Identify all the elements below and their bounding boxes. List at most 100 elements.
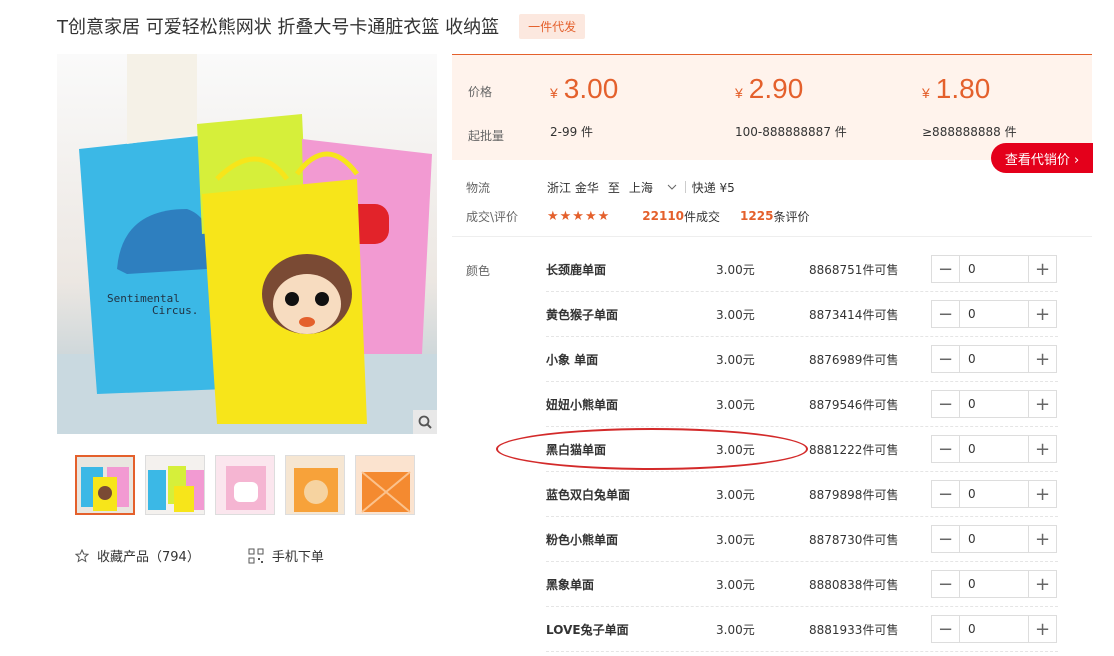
main-product-image[interactable]: Sentimental Circus. xyxy=(57,54,437,434)
sku-price: 3.00元 xyxy=(716,622,755,637)
decrement-button[interactable]: − xyxy=(932,571,959,597)
increment-button[interactable]: + xyxy=(1029,481,1056,507)
sku-stock: 8868751件可售 xyxy=(809,262,899,277)
quantity-input[interactable]: 0 xyxy=(959,346,1029,372)
decrement-button[interactable]: − xyxy=(932,526,959,552)
mobile-order-label: 手机下单 xyxy=(271,550,324,565)
chevron-down-icon xyxy=(667,184,677,190)
qrcode-icon xyxy=(248,548,264,563)
sku-stock: 8873414件可售 xyxy=(809,307,899,322)
sku-price: 3.00元 xyxy=(716,397,755,412)
sku-row: 粉色小熊单面 3.00元 8878730件可售 −0 + xyxy=(546,517,1058,562)
sku-name: 小象 单面 xyxy=(546,352,599,367)
moq-label: 起批量 xyxy=(468,129,505,143)
increment-button[interactable]: + xyxy=(1029,526,1056,552)
sku-row: 蓝色双白兔单面 3.00元 8879898件可售 −0 + xyxy=(546,472,1058,517)
sku-stock: 8879546件可售 xyxy=(809,397,899,412)
sku-row: 小象 单面 3.00元 8876989件可售 −0 + xyxy=(546,337,1058,382)
increment-button[interactable]: + xyxy=(1029,346,1056,372)
favorite-label: 收藏产品（794） xyxy=(97,550,200,565)
express-fee: 快递 ¥5 xyxy=(691,180,735,195)
quantity-stepper: −0 + xyxy=(931,570,1057,598)
deals-suffix: 件成交 xyxy=(684,209,721,224)
decrement-button[interactable]: − xyxy=(932,301,959,327)
favorite-button[interactable]: 收藏产品（794） xyxy=(75,546,200,565)
divider xyxy=(452,236,1092,237)
sku-row: 长颈鹿单面 3.00元 8868751件可售 −0 + xyxy=(546,247,1058,292)
deal-review-label: 成交\评价 xyxy=(466,209,519,224)
sku-name: 黄色猴子单面 xyxy=(546,307,619,322)
sku-row: LOVE兔子单面 3.00元 8881933件可售 −0 + xyxy=(546,607,1058,652)
quantity-input[interactable]: 0 xyxy=(959,571,1029,597)
increment-button[interactable]: + xyxy=(1029,436,1056,462)
sku-name: 长颈鹿单面 xyxy=(546,262,607,277)
quantity-stepper: −0 + xyxy=(931,525,1057,553)
sku-stock: 8876989件可售 xyxy=(809,352,899,367)
thumbnail[interactable] xyxy=(75,455,135,515)
logistics-label: 物流 xyxy=(466,180,491,195)
quantity-input[interactable]: 0 xyxy=(959,436,1029,462)
sku-name: 蓝色双白兔单面 xyxy=(546,487,631,502)
increment-button[interactable]: + xyxy=(1029,256,1056,282)
thumbnail[interactable] xyxy=(145,455,205,515)
quantity-input[interactable]: 0 xyxy=(959,526,1029,552)
zoom-button[interactable] xyxy=(413,410,437,434)
magnifier-icon xyxy=(418,415,432,429)
gallery-actions: 收藏产品（794） 手机下单 xyxy=(75,546,324,565)
sku-price: 3.00元 xyxy=(716,577,755,592)
tier-price: 2.90 xyxy=(748,73,804,104)
sku-row: 妞妞小熊单面 3.00元 8879546件可售 −0 + xyxy=(546,382,1058,427)
quantity-stepper: −0 + xyxy=(931,255,1057,283)
increment-button[interactable]: + xyxy=(1029,616,1056,642)
sku-stock: 8881933件可售 xyxy=(809,622,899,637)
sku-name: LOVE兔子单面 xyxy=(546,622,629,637)
decrement-button[interactable]: − xyxy=(932,616,959,642)
sku-name: 粉色小熊单面 xyxy=(546,532,619,547)
decrement-button[interactable]: − xyxy=(932,481,959,507)
increment-button[interactable]: + xyxy=(1029,571,1056,597)
increment-button[interactable]: + xyxy=(1029,301,1056,327)
view-agent-price-button[interactable]: 查看代销价 › xyxy=(991,143,1093,173)
increment-button[interactable]: + xyxy=(1029,391,1056,417)
sku-price: 3.00元 xyxy=(716,487,755,502)
quantity-input[interactable]: 0 xyxy=(959,616,1029,642)
tier-price: 3.00 xyxy=(563,73,619,104)
sku-price: 3.00元 xyxy=(716,352,755,367)
thumbnail[interactable] xyxy=(355,455,415,515)
currency-symbol: ¥ xyxy=(922,85,930,101)
price-tier: ¥1.80 ≥888888888 件 xyxy=(922,73,1017,140)
tier-range: 2-99 件 xyxy=(550,125,594,139)
decrement-button[interactable]: − xyxy=(932,346,959,372)
decrement-button[interactable]: − xyxy=(932,391,959,417)
reviews-count[interactable]: 1225 xyxy=(740,209,773,223)
sku-name: 黑象单面 xyxy=(546,577,595,592)
ship-from: 浙江 金华 xyxy=(547,180,599,195)
quantity-stepper: −0 + xyxy=(931,615,1057,643)
thumbnail[interactable] xyxy=(215,455,275,515)
decrement-button[interactable]: − xyxy=(932,436,959,462)
thumbnail-strip xyxy=(75,455,415,515)
quantity-stepper: −0 + xyxy=(931,480,1057,508)
quantity-input[interactable]: 0 xyxy=(959,301,1029,327)
decrement-button[interactable]: − xyxy=(932,256,959,282)
rating-stars: ★★★★★ xyxy=(547,208,611,224)
mobile-order-button[interactable]: 手机下单 xyxy=(248,546,324,565)
quantity-stepper: −0 + xyxy=(931,345,1057,373)
product-title: T创意家居 可爱轻松熊网状 折叠大号卡通脏衣篮 收纳篮 xyxy=(57,17,500,38)
sku-price: 3.00元 xyxy=(716,532,755,547)
ship-to-select[interactable]: 上海 xyxy=(629,179,685,196)
deals-count[interactable]: 22110 xyxy=(642,209,684,223)
logistics-section: 物流 浙江 金华 至 上海 快递 ¥5 成交\评价 ★★★★★ 22110 件成… xyxy=(466,175,809,228)
to-word: 至 xyxy=(607,180,620,195)
sku-stock: 8878730件可售 xyxy=(809,532,899,547)
thumbnail[interactable] xyxy=(285,455,345,515)
price-tier: ¥3.00 2-99 件 xyxy=(550,73,618,140)
quantity-stepper: −0 + xyxy=(931,300,1057,328)
tier-range: 100-888888887 件 xyxy=(735,125,847,139)
sku-name: 妞妞小熊单面 xyxy=(546,397,619,412)
quantity-input[interactable]: 0 xyxy=(959,481,1029,507)
quantity-input[interactable]: 0 xyxy=(959,391,1029,417)
quantity-input[interactable]: 0 xyxy=(959,256,1029,282)
dropship-badge: 一件代发 xyxy=(519,13,586,39)
sku-stock: 8881222件可售 xyxy=(809,442,899,457)
